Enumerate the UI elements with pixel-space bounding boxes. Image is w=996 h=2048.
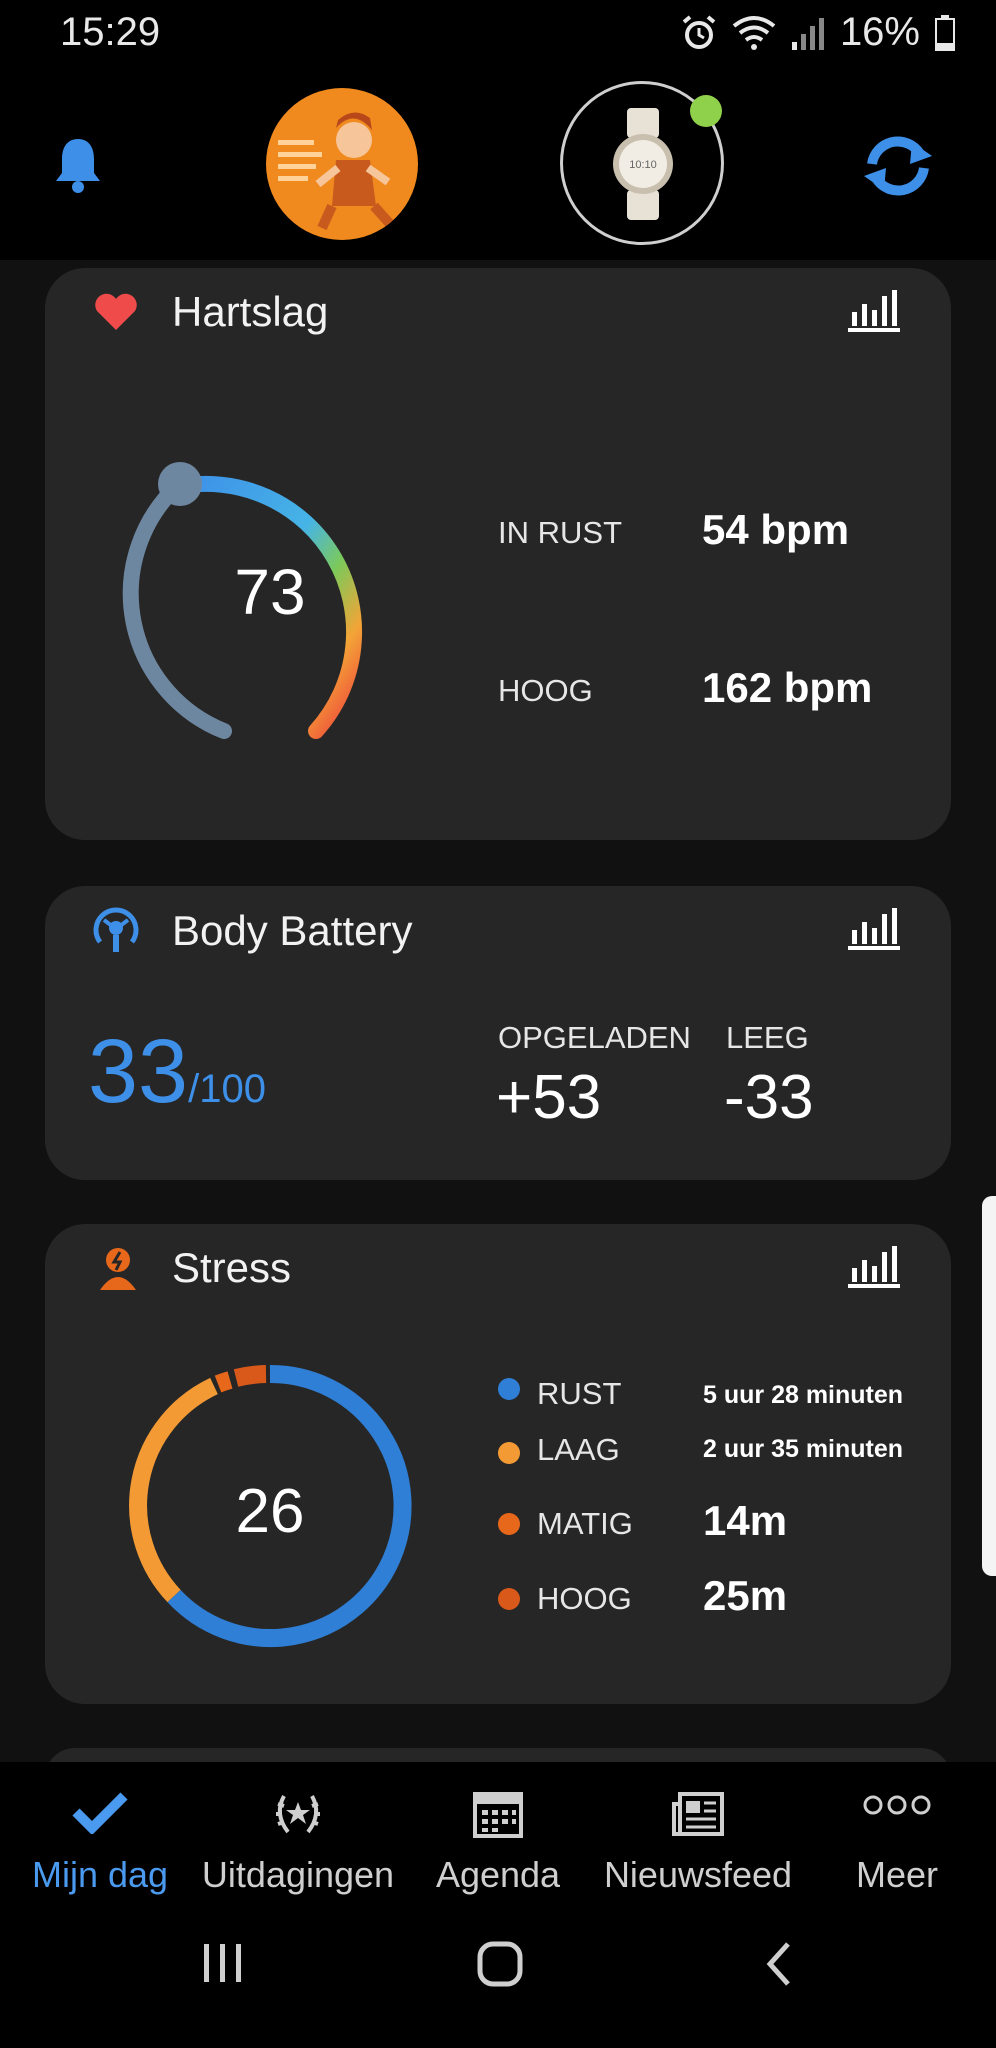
nav-label-more: Meer [855, 1854, 939, 1895]
alarm-icon [682, 14, 716, 49]
heart-rate-current: 73 [234, 556, 306, 628]
connection-status-dot [690, 95, 722, 127]
rest-label: IN RUST [498, 515, 622, 550]
signal-icon [791, 17, 824, 50]
sync-icon[interactable] [858, 134, 938, 198]
legend-dot-rest [498, 1378, 520, 1400]
nav-label-newsfeed: Nieuwsfeed [603, 1854, 793, 1895]
drained-label: LEEG [726, 1020, 809, 1055]
battery-icon [935, 14, 955, 51]
chart-icon[interactable] [846, 286, 902, 334]
chart-icon[interactable] [846, 904, 902, 952]
heart-icon [95, 293, 137, 330]
nav-item-more[interactable]: Meer [797, 1762, 996, 1912]
stress-title: Stress [172, 1244, 292, 1291]
legend-dot-low [498, 1442, 520, 1464]
body-battery-title: Body Battery [172, 907, 413, 954]
nav-item-newsfeed[interactable]: Nieuwsfeed [598, 1762, 798, 1912]
laurel-icon [276, 1795, 320, 1834]
legend-label-medium: MATIG [537, 1506, 633, 1541]
legend-value-medium: 14m [703, 1497, 788, 1544]
drained-value: -33 [724, 1063, 814, 1132]
body-battery-max: /100 [188, 1067, 266, 1111]
legend-label-high: HOOG [537, 1581, 632, 1616]
legend-value-high: 25m [703, 1572, 788, 1619]
legend-value-low: 2 uur 35 minuten [703, 1435, 904, 1463]
stress-icon [100, 1248, 136, 1290]
nav-item-my-day[interactable]: Mijn dag [0, 1762, 200, 1912]
status-icons: 16% [680, 10, 956, 55]
bottom-navigation: Mijn dag Uitdagingen Agenda Nieuwsfeed M… [0, 1762, 996, 2048]
legend-value-rest: 5 uur 28 minuten [703, 1381, 904, 1409]
status-time: 15:29 [60, 10, 161, 54]
news-icon [672, 1792, 724, 1836]
top-bar [0, 70, 996, 260]
body-battery-icon [93, 907, 139, 952]
back-icon[interactable] [764, 1940, 794, 1988]
body-battery-value: 33/100 [88, 1022, 266, 1139]
nav-label-my-day: Mijn dag [31, 1854, 169, 1895]
battery-percent: 16% [839, 10, 920, 54]
nav-label-calendar: Agenda [435, 1854, 561, 1895]
wifi-icon [732, 15, 776, 50]
rest-value: 54 bpm [702, 506, 850, 553]
side-scroll-handle[interactable] [982, 1196, 996, 1576]
more-icon [863, 1795, 931, 1815]
legend-dot-high [498, 1588, 520, 1610]
calendar-icon [473, 1792, 523, 1838]
recent-apps-icon[interactable] [200, 1940, 246, 1986]
stress-value: 26 [235, 1477, 305, 1546]
nav-item-challenges[interactable]: Uitdagingen [198, 1762, 398, 1912]
legend-label-rest: RUST [537, 1376, 622, 1411]
check-icon [72, 1792, 128, 1834]
heart-rate-title: Hartslag [172, 288, 329, 335]
charged-label: OPGELADEN [498, 1020, 691, 1055]
avatar[interactable] [266, 88, 418, 240]
nav-item-calendar[interactable]: Agenda [398, 1762, 598, 1912]
body-battery-current: 33 [88, 1022, 189, 1122]
svg-text:10:10: 10:10 [629, 159, 657, 171]
nav-label-challenges: Uitdagingen [201, 1854, 395, 1895]
legend-label-low: LAAG [537, 1432, 620, 1467]
charged-value: +53 [496, 1063, 602, 1132]
legend-dot-medium [498, 1513, 520, 1535]
home-icon[interactable] [476, 1940, 524, 1988]
runner-avatar-icon [278, 112, 394, 231]
high-value: 162 bpm [702, 664, 873, 711]
high-label: HOOG [498, 673, 593, 708]
chart-icon[interactable] [846, 1242, 902, 1290]
bell-icon[interactable] [52, 135, 104, 195]
